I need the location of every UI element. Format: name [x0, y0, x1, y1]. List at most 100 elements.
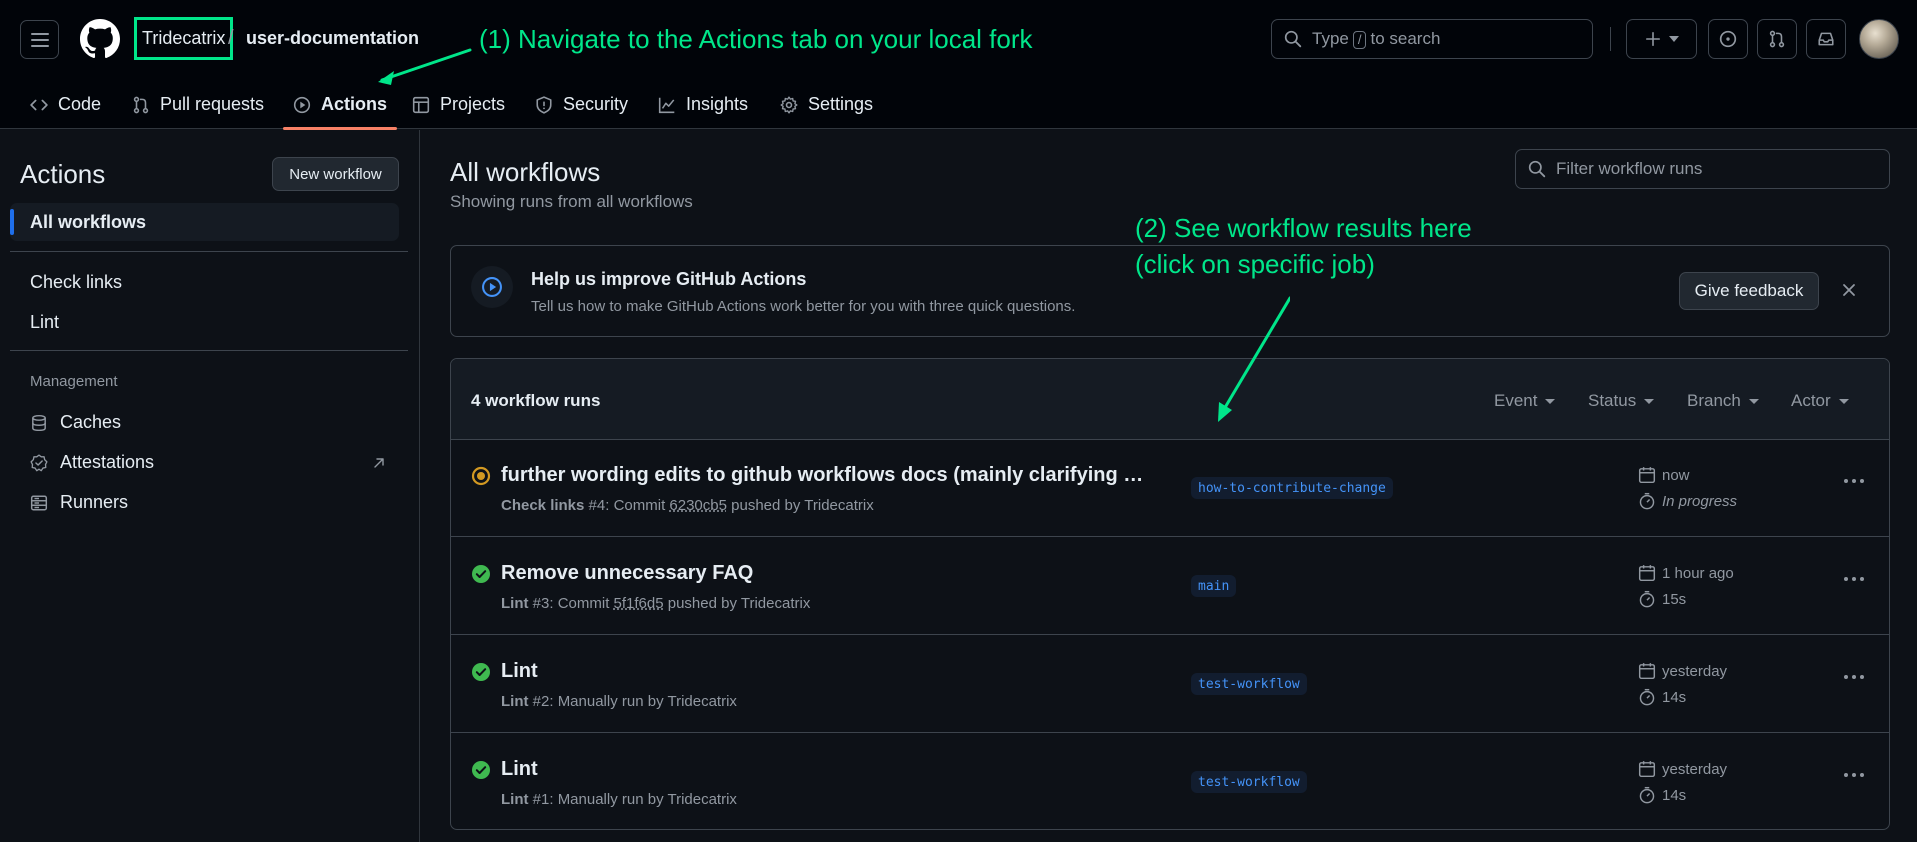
workflow-run-row[interactable]: further wording edits to github workflow… [451, 440, 1889, 537]
branch-filter-dropdown[interactable]: Branch [1687, 391, 1759, 411]
workflow-run-title[interactable]: further wording edits to github workflow… [501, 464, 1146, 487]
event-filter-dropdown[interactable]: Event [1494, 391, 1556, 411]
run-duration-label: 14s [1662, 688, 1687, 706]
stopwatch-icon [1639, 688, 1655, 706]
run-menu-button[interactable] [1843, 772, 1865, 778]
sidebar-item-lint[interactable]: Lint [30, 312, 59, 333]
workflow-name: Lint [501, 693, 529, 710]
workflow-runs-header: 4 workflow runs Event Status Branch Acto… [451, 359, 1889, 440]
run-actor: pushed by Tridecatrix [731, 497, 874, 514]
pull-request-icon [133, 96, 149, 113]
run-timestamp: now [1638, 466, 1690, 484]
verified-icon [30, 453, 48, 471]
search-input[interactable]: Type / to search [1271, 19, 1593, 59]
dismiss-feedback-button[interactable] [1841, 282, 1857, 298]
actor-filter-dropdown[interactable]: Actor [1791, 391, 1849, 411]
feedback-description: Tell us how to make GitHub Actions work … [531, 298, 1076, 315]
tab-security[interactable]: Security [535, 80, 628, 129]
actions-sidebar: Actions New workflow All workflows Check… [0, 130, 420, 842]
chevron-down-icon [1668, 36, 1679, 42]
calendar-icon [1638, 761, 1656, 778]
sidebar-management-heading: Management [30, 373, 118, 390]
tab-settings[interactable]: Settings [780, 80, 873, 129]
branch-label[interactable]: how-to-contribute-change [1191, 477, 1393, 499]
table-icon [412, 96, 430, 113]
run-timestamp: 1 hour ago [1638, 564, 1734, 582]
commit-sha-link[interactable]: 5f1f6d5 [614, 595, 664, 612]
sidebar-item-caches[interactable]: Caches [30, 412, 121, 433]
plus-icon [1645, 32, 1660, 46]
run-time-label: yesterday [1662, 662, 1728, 680]
in-progress-status-icon [471, 466, 491, 486]
run-menu-button[interactable] [1843, 674, 1865, 680]
commit-sha-link[interactable]: 6230cb5 [669, 497, 727, 514]
workflow-runs-list: 4 workflow runs Event Status Branch Acto… [450, 358, 1890, 830]
workflow-run-title[interactable]: Lint [501, 758, 1146, 781]
sidebar-item-label: Caches [60, 412, 122, 432]
run-timestamp: yesterday [1638, 662, 1727, 680]
annotation-arrow-2 [1218, 296, 1290, 422]
branch-label[interactable]: test-workflow [1191, 771, 1307, 793]
filter-workflow-runs-input[interactable]: Filter workflow runs [1515, 149, 1890, 189]
play-icon [293, 96, 311, 113]
new-workflow-button[interactable]: New workflow [272, 157, 399, 191]
run-duration-label: 15s [1662, 590, 1687, 608]
calendar-icon [1638, 467, 1656, 484]
workflow-run-row[interactable]: Lint Lint #2: Manually run by Tridecatri… [451, 636, 1889, 733]
run-duration: 14s [1638, 786, 1686, 804]
chevron-down-icon [1644, 398, 1655, 404]
create-new-button[interactable] [1626, 19, 1697, 59]
tab-code-label: Code [58, 94, 102, 114]
run-duration-label: 14s [1662, 786, 1687, 804]
run-timestamp: yesterday [1638, 760, 1727, 778]
annotation-step-2-line-2: (click on specific job) [1135, 249, 1375, 279]
server-icon [30, 495, 48, 510]
branch-label[interactable]: main [1191, 575, 1237, 597]
sidebar-item-check-links[interactable]: Check links [30, 272, 122, 293]
stopwatch-icon [1639, 786, 1655, 804]
run-actor: pushed by Tridecatrix [667, 595, 811, 612]
inbox-button[interactable] [1806, 19, 1846, 59]
run-duration-label: In progress [1662, 492, 1738, 510]
graph-icon [658, 97, 675, 113]
sidebar-divider [10, 251, 408, 252]
stopwatch-icon [1639, 492, 1655, 510]
status-filter-dropdown[interactable]: Status [1588, 391, 1655, 411]
give-feedback-button[interactable]: Give feedback [1679, 272, 1819, 310]
breadcrumb-separator: / [228, 27, 234, 49]
tab-settings-label: Settings [808, 94, 874, 114]
tab-insights[interactable]: Insights [658, 80, 748, 129]
search-shortcut-key: / [1352, 31, 1367, 49]
sidebar-item-all-workflows[interactable]: All workflows [10, 203, 399, 241]
sidebar-item-attestations[interactable]: Attestations [30, 452, 154, 473]
close-icon [1843, 284, 1855, 296]
tab-projects-label: Projects [440, 94, 506, 114]
pull-requests-button[interactable] [1757, 19, 1797, 59]
menu-button[interactable] [20, 20, 59, 59]
repo-owner-link[interactable]: Tridecatrix [134, 17, 234, 60]
run-menu-button[interactable] [1843, 576, 1865, 582]
sidebar-item-runners[interactable]: Runners [30, 492, 128, 513]
tab-code[interactable]: Code [30, 80, 101, 129]
annotation-step-2-line-1: (2) See workflow results here [1135, 213, 1472, 243]
workflow-run-title[interactable]: Lint [501, 660, 1146, 683]
sidebar-item-label: Runners [60, 492, 129, 512]
issues-button[interactable] [1708, 19, 1748, 59]
calendar-icon [1638, 663, 1656, 680]
tab-pull-requests[interactable]: Pull requests [132, 80, 264, 129]
calendar-icon [1638, 565, 1656, 582]
search-icon [1284, 30, 1302, 48]
hamburger-icon [30, 32, 49, 47]
branch-label[interactable]: test-workflow [1191, 673, 1307, 695]
workflow-run-row[interactable]: Remove unnecessary FAQ Lint #3: Commit 5… [451, 538, 1889, 635]
workflow-run-title[interactable]: Remove unnecessary FAQ [501, 562, 1146, 585]
run-number: #2: Manually run by Tridecatrix [532, 693, 737, 710]
chevron-down-icon [1838, 398, 1849, 404]
shield-icon [536, 95, 552, 114]
workflow-run-row[interactable]: Lint Lint #1: Manually run by Tridecatri… [451, 734, 1889, 829]
github-logo-icon[interactable] [80, 19, 120, 59]
workflow-run-meta: Check links #4: Commit 6230cb5 pushed by… [501, 497, 874, 514]
run-menu-button[interactable] [1843, 478, 1865, 484]
avatar[interactable] [1859, 19, 1899, 59]
actor-filter-label: Actor [1791, 391, 1831, 410]
